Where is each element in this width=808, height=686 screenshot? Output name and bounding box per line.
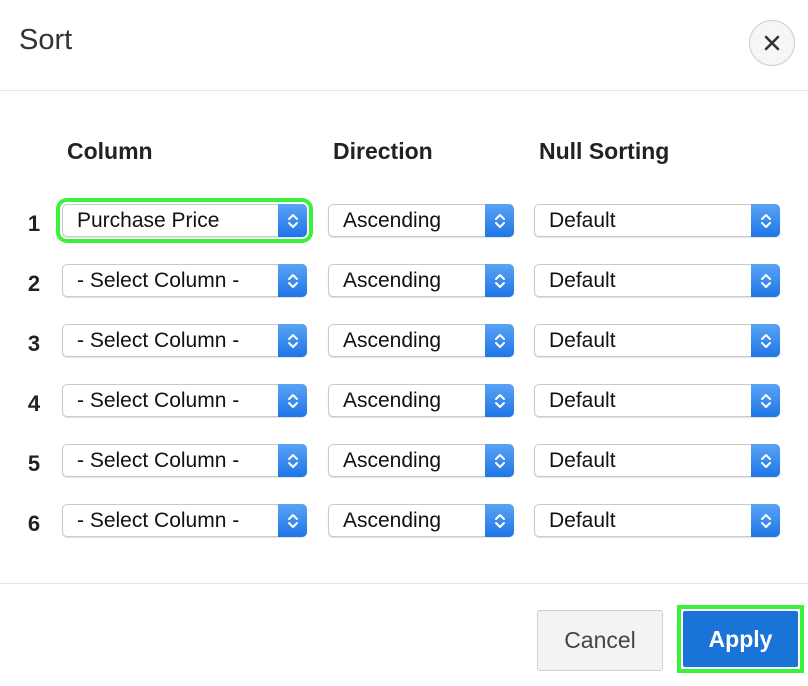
column-select-value: - Select Column - bbox=[77, 329, 240, 352]
apply-button[interactable]: Apply bbox=[683, 611, 798, 667]
direction-select-value: Ascending bbox=[343, 389, 442, 412]
direction-select-6[interactable]: Ascending bbox=[328, 504, 514, 537]
null-sorting-select-2[interactable]: Default bbox=[534, 264, 780, 297]
column-select-value: - Select Column - bbox=[77, 449, 240, 472]
cancel-button[interactable]: Cancel bbox=[537, 610, 663, 671]
row-number: 6 bbox=[27, 511, 41, 536]
chevron-up-down-icon bbox=[751, 204, 780, 237]
direction-select-3[interactable]: Ascending bbox=[328, 324, 514, 357]
direction-select-4[interactable]: Ascending bbox=[328, 384, 514, 417]
direction-select-2[interactable]: Ascending bbox=[328, 264, 514, 297]
row-number: 2 bbox=[27, 271, 41, 296]
chevron-up-down-icon bbox=[751, 384, 780, 417]
null-sorting-header: Null Sorting bbox=[539, 138, 670, 164]
chevron-up-down-icon bbox=[751, 504, 780, 537]
column-select-1[interactable]: Purchase Price bbox=[56, 198, 313, 243]
null-sorting-select-value: Default bbox=[549, 389, 616, 412]
chevron-up-down-icon bbox=[278, 504, 307, 537]
direction-select-value: Ascending bbox=[343, 509, 442, 532]
null-sorting-select-value: Default bbox=[549, 209, 616, 232]
column-select-5[interactable]: - Select Column - bbox=[62, 444, 307, 477]
column-select-value: Purchase Price bbox=[77, 209, 220, 232]
direction-select-5[interactable]: Ascending bbox=[328, 444, 514, 477]
chevron-up-down-icon bbox=[278, 324, 307, 357]
dialog-header: Sort bbox=[0, 0, 808, 91]
row-number: 4 bbox=[27, 391, 41, 416]
direction-select-value: Ascending bbox=[343, 269, 442, 292]
apply-button-focus-ring: Apply bbox=[677, 605, 804, 673]
null-sorting-select-value: Default bbox=[549, 509, 616, 532]
chevron-up-down-icon bbox=[485, 204, 514, 237]
close-button[interactable] bbox=[749, 20, 795, 66]
chevron-up-down-icon bbox=[278, 444, 307, 477]
column-select-3[interactable]: - Select Column - bbox=[62, 324, 307, 357]
chevron-up-down-icon bbox=[751, 324, 780, 357]
chevron-up-down-icon bbox=[485, 264, 514, 297]
row-number: 1 bbox=[27, 211, 41, 236]
close-icon bbox=[764, 35, 780, 51]
null-sorting-select-6[interactable]: Default bbox=[534, 504, 780, 537]
dialog-title: Sort bbox=[19, 24, 73, 56]
column-select-value: - Select Column - bbox=[77, 269, 240, 292]
chevron-up-down-icon bbox=[278, 264, 307, 297]
column-select-4[interactable]: - Select Column - bbox=[62, 384, 307, 417]
null-sorting-select-4[interactable]: Default bbox=[534, 384, 780, 417]
column-select-value: - Select Column - bbox=[77, 389, 240, 412]
column-select-6[interactable]: - Select Column - bbox=[62, 504, 307, 537]
null-sorting-select-3[interactable]: Default bbox=[534, 324, 780, 357]
chevron-up-down-icon bbox=[485, 504, 514, 537]
chevron-up-down-icon bbox=[278, 384, 307, 417]
chevron-up-down-icon bbox=[485, 444, 514, 477]
chevron-up-down-icon bbox=[485, 384, 514, 417]
direction-select-value: Ascending bbox=[343, 329, 442, 352]
direction-select-value: Ascending bbox=[343, 449, 442, 472]
null-sorting-select-value: Default bbox=[549, 269, 616, 292]
null-sorting-select-value: Default bbox=[549, 329, 616, 352]
direction-select-1[interactable]: Ascending bbox=[328, 204, 514, 237]
column-select-2[interactable]: - Select Column - bbox=[62, 264, 307, 297]
null-sorting-select-1[interactable]: Default bbox=[534, 204, 780, 237]
null-sorting-select-5[interactable]: Default bbox=[534, 444, 780, 477]
chevron-up-down-icon bbox=[751, 444, 780, 477]
footer-divider bbox=[0, 583, 808, 584]
chevron-up-down-icon bbox=[278, 204, 307, 237]
column-select-value: - Select Column - bbox=[77, 509, 240, 532]
null-sorting-select-value: Default bbox=[549, 449, 616, 472]
chevron-up-down-icon bbox=[751, 264, 780, 297]
direction-select-value: Ascending bbox=[343, 209, 442, 232]
direction-header: Direction bbox=[333, 138, 433, 164]
row-number: 3 bbox=[27, 331, 41, 356]
chevron-up-down-icon bbox=[485, 324, 514, 357]
row-number: 5 bbox=[27, 451, 41, 476]
column-header: Column bbox=[67, 138, 153, 164]
